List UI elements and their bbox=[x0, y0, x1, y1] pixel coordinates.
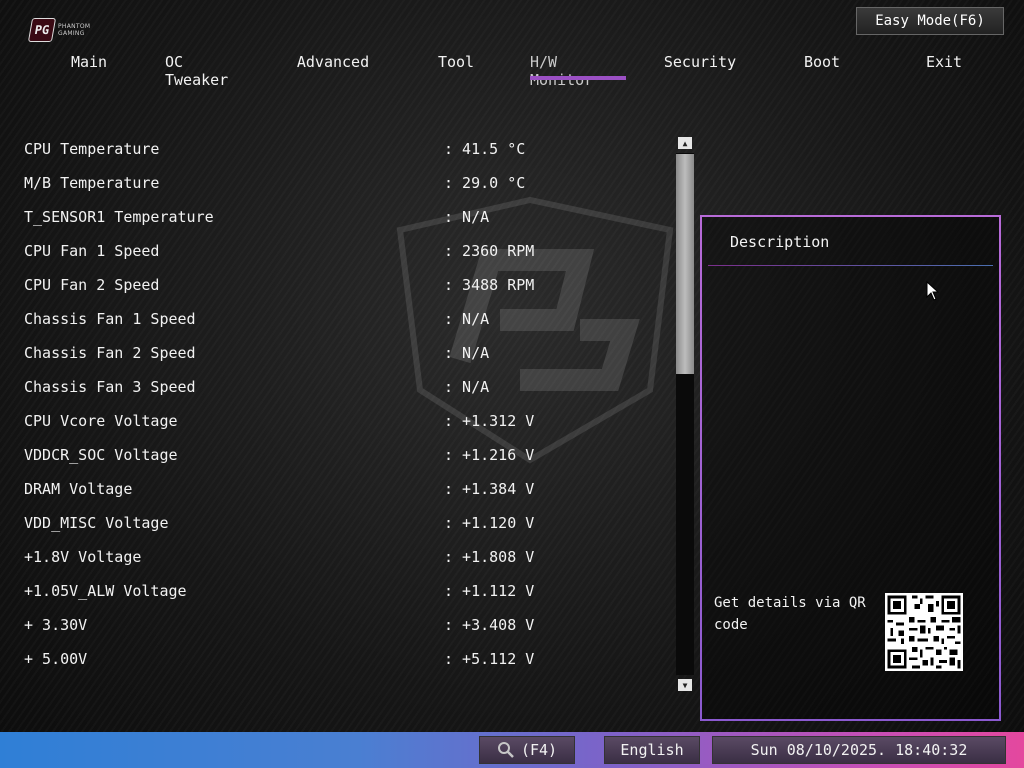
monitor-row[interactable]: Chassis Fan 2 Speed : N/A bbox=[24, 336, 584, 370]
monitor-row[interactable]: DRAM Voltage : +1.384 V bbox=[24, 472, 584, 506]
hw-monitor-list: CPU Temperature : 41.5 °C M/B Temperature… bbox=[24, 132, 584, 676]
tab-exit[interactable]: Exit bbox=[918, 50, 970, 80]
monitor-row[interactable]: T_SENSOR1 Temperature : N/A bbox=[24, 200, 584, 234]
monitor-value: : N/A bbox=[444, 310, 490, 328]
monitor-value: : N/A bbox=[444, 344, 490, 362]
monitor-value: : N/A bbox=[444, 378, 490, 396]
monitor-row[interactable]: Chassis Fan 1 Speed : N/A bbox=[24, 302, 584, 336]
qr-code-icon bbox=[885, 593, 963, 671]
monitor-label: +1.8V Voltage bbox=[24, 548, 142, 566]
status-bar: (F4) English Sun 08/10/2025. 18:40:32 bbox=[0, 732, 1024, 768]
search-button[interactable]: (F4) bbox=[479, 736, 575, 764]
monitor-row[interactable]: + 3.30V : +3.408 V bbox=[24, 608, 584, 642]
monitor-row[interactable]: +1.05V_ALW Voltage : +1.112 V bbox=[24, 574, 584, 608]
language-button[interactable]: English bbox=[604, 736, 700, 764]
monitor-value: : 29.0 °C bbox=[444, 174, 526, 192]
monitor-value: : +1.120 V bbox=[444, 514, 535, 532]
monitor-value: : +3.408 V bbox=[444, 616, 535, 634]
monitor-value: : +1.384 V bbox=[444, 480, 535, 498]
brand-text: PHANTOM GAMING bbox=[58, 23, 90, 37]
description-divider bbox=[708, 265, 993, 266]
monitor-label: DRAM Voltage bbox=[24, 480, 133, 498]
monitor-label: + 3.30V bbox=[24, 616, 88, 634]
monitor-label: Chassis Fan 1 Speed bbox=[24, 310, 196, 328]
monitor-label: VDDCR_SOC Voltage bbox=[24, 446, 178, 464]
description-title: Description bbox=[730, 233, 830, 251]
monitor-value: : N/A bbox=[444, 208, 490, 226]
monitor-row[interactable]: M/B Temperature : 29.0 °C bbox=[24, 166, 584, 200]
brand-line2: GAMING bbox=[58, 30, 85, 37]
monitor-label: Chassis Fan 2 Speed bbox=[24, 344, 196, 362]
datetime-display: Sun 08/10/2025. 18:40:32 bbox=[712, 736, 1006, 764]
monitor-row[interactable]: CPU Vcore Voltage : +1.312 V bbox=[24, 404, 584, 438]
qr-caption: Get details via QR code bbox=[714, 595, 866, 633]
monitor-label: + 5.00V bbox=[24, 650, 88, 668]
search-icon bbox=[497, 742, 514, 758]
search-shortcut: (F4) bbox=[520, 741, 558, 759]
list-scrollbar[interactable]: ▲ ▼ bbox=[676, 137, 694, 693]
monitor-label: CPU Fan 1 Speed bbox=[24, 242, 160, 260]
monitor-value: : 2360 RPM bbox=[444, 242, 535, 260]
easy-mode-button[interactable]: Easy Mode(F6) bbox=[856, 7, 1004, 35]
tab-main[interactable]: Main bbox=[56, 50, 122, 80]
monitor-label: VDD_MISC Voltage bbox=[24, 514, 169, 532]
monitor-value: : 41.5 °C bbox=[444, 140, 526, 158]
monitor-label: CPU Vcore Voltage bbox=[24, 412, 178, 430]
tab-advanced[interactable]: Advanced bbox=[295, 50, 371, 80]
tab-security[interactable]: Security bbox=[662, 50, 738, 80]
monitor-value: : +1.112 V bbox=[444, 582, 535, 600]
scroll-up-icon[interactable]: ▲ bbox=[678, 137, 692, 149]
tab-tool[interactable]: Tool bbox=[430, 50, 482, 80]
monitor-row[interactable]: VDD_MISC Voltage : +1.120 V bbox=[24, 506, 584, 540]
monitor-label: M/B Temperature bbox=[24, 174, 160, 192]
tab-hw-monitor[interactable]: H/W Monitor bbox=[530, 50, 626, 89]
monitor-value: : +5.112 V bbox=[444, 650, 535, 668]
tab-oc-tweaker[interactable]: OC Tweaker bbox=[165, 50, 255, 89]
monitor-value: : +1.216 V bbox=[444, 446, 535, 464]
monitor-row[interactable]: VDDCR_SOC Voltage : +1.216 V bbox=[24, 438, 584, 472]
monitor-row[interactable]: +1.8V Voltage : +1.808 V bbox=[24, 540, 584, 574]
monitor-label: CPU Fan 2 Speed bbox=[24, 276, 160, 294]
scroll-down-icon[interactable]: ▼ bbox=[678, 679, 692, 691]
monitor-row[interactable]: CPU Fan 1 Speed : 2360 RPM bbox=[24, 234, 584, 268]
monitor-row[interactable]: + 5.00V : +5.112 V bbox=[24, 642, 584, 676]
mouse-cursor-icon bbox=[926, 281, 940, 301]
monitor-value: : +1.808 V bbox=[444, 548, 535, 566]
monitor-row[interactable]: CPU Temperature : 41.5 °C bbox=[24, 132, 584, 166]
monitor-label: Chassis Fan 3 Speed bbox=[24, 378, 196, 396]
monitor-label: T_SENSOR1 Temperature bbox=[24, 208, 214, 226]
description-panel: Description Get details via QR code bbox=[700, 215, 1001, 721]
brand-mark: PG bbox=[27, 18, 57, 42]
monitor-row[interactable]: Chassis Fan 3 Speed : N/A bbox=[24, 370, 584, 404]
scroll-thumb[interactable] bbox=[676, 154, 694, 374]
phantom-gaming-logo: PG PHANTOM GAMING bbox=[27, 17, 102, 43]
brand-line1: PHANTOM bbox=[58, 23, 91, 30]
main-nav: Main OC Tweaker Advanced Tool H/W Monito… bbox=[0, 50, 1024, 89]
monitor-label: +1.05V_ALW Voltage bbox=[24, 582, 187, 600]
monitor-value: : +1.312 V bbox=[444, 412, 535, 430]
tab-boot[interactable]: Boot bbox=[796, 50, 848, 80]
monitor-value: : 3488 RPM bbox=[444, 276, 535, 294]
monitor-row[interactable]: CPU Fan 2 Speed : 3488 RPM bbox=[24, 268, 584, 302]
monitor-label: CPU Temperature bbox=[24, 140, 160, 158]
